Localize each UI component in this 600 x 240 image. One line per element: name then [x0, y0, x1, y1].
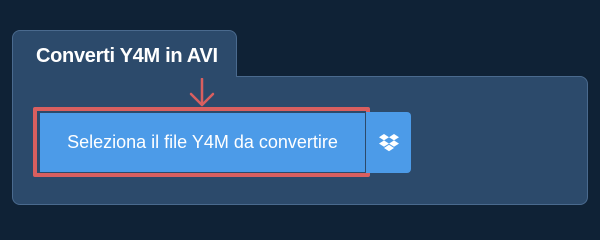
dropbox-button[interactable] — [366, 112, 411, 173]
select-file-label: Seleziona il file Y4M da convertire — [67, 132, 338, 152]
select-file-button[interactable]: Seleziona il file Y4M da convertire — [40, 113, 365, 172]
tab-title: Converti Y4M in AVI — [36, 45, 218, 67]
arrow-down-icon — [189, 78, 215, 107]
dropbox-icon — [378, 133, 399, 151]
